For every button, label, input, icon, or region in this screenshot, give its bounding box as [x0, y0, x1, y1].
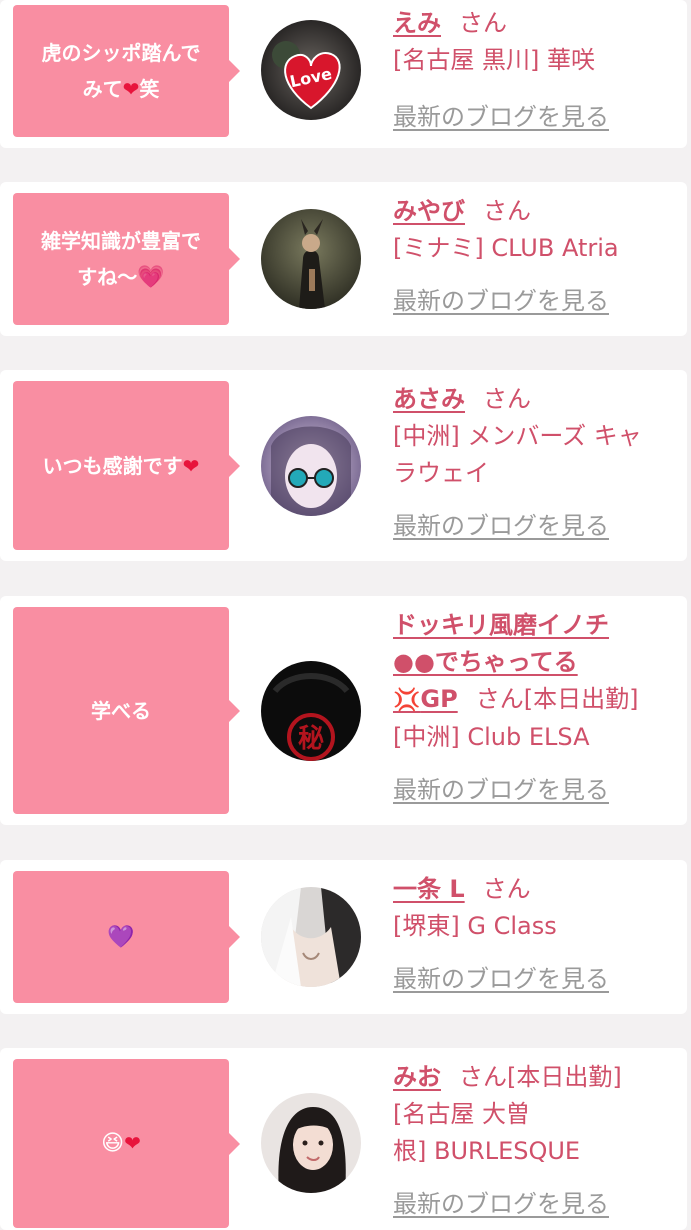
avatar[interactable]: [261, 416, 361, 516]
shop-location: [中洲] Club ELSA: [393, 723, 590, 751]
comment-line: 虎のシッポ踏んで: [41, 41, 201, 65]
comment-text: 雑学知識が豊富で すね〜💗: [41, 223, 201, 296]
heart-emoji-icon: 💗: [137, 264, 165, 290]
cast-info: あさみ さん [中洲] メンバーズ キャ ラウェイ 最新のブログを見る: [393, 381, 678, 545]
blog-link[interactable]: 最新のブログを見る: [393, 1190, 609, 1218]
avatar[interactable]: 秘: [261, 661, 361, 761]
comment-bubble: 雑学知識が豊富で すね〜💗: [13, 193, 240, 325]
comment-bubble: いつも感謝です❤: [13, 381, 240, 550]
comment-text: 学べる: [91, 693, 151, 729]
svg-text:秘: 秘: [298, 723, 324, 754]
cast-name-link[interactable]: えみ: [393, 9, 441, 37]
blog-link[interactable]: 最新のブログを見る: [393, 103, 609, 131]
list-item: 学べる 秘 ドッキリ風磨イノチ ●●でちゃってる 💢GP さん[本日出勤] [中洲…: [0, 596, 687, 825]
avatar-image: 秘: [261, 661, 361, 761]
blog-link[interactable]: 最新のブログを見る: [393, 512, 609, 540]
comment-line: 雑学知識が豊富で: [41, 228, 201, 253]
avatar-image: [261, 887, 361, 987]
honorific: さん: [475, 685, 524, 713]
purple-heart-emoji-icon: 💜: [107, 924, 135, 950]
heart-emoji-icon: ❤: [122, 77, 140, 101]
comment-text: 虎のシッポ踏んで みて❤笑: [42, 35, 201, 107]
cast-info: みやび さん [ミナミ] CLUB Atria 最新のブログを見る: [393, 193, 678, 320]
cast-name-link[interactable]: 一条 L: [393, 875, 465, 903]
cast-name-link[interactable]: ●●でちゃってる: [393, 648, 578, 676]
shop-location-line: 根] BURLESQUE: [393, 1137, 581, 1165]
comment-line: 学べる: [91, 698, 151, 723]
avatar-image: [261, 416, 361, 516]
blog-link[interactable]: 最新のブログを見る: [393, 287, 609, 315]
list-item: 😆❤ みお さん[本日出勤] [名古屋 大曽根] BURLESQUE 最新のブログ…: [0, 1048, 687, 1230]
cast-info: えみ さん [名古屋 黒川] 華咲 最新のブログを見る: [393, 5, 678, 136]
cast-name-link[interactable]: GP: [420, 685, 457, 713]
avatar[interactable]: [261, 1093, 361, 1193]
shop-location: [名古屋 大曽根] BURLESQUE: [393, 1096, 678, 1170]
blog-link[interactable]: 最新のブログを見る: [393, 965, 609, 993]
cast-comment-list: 虎のシッポ踏んで みて❤笑 Love えみ さん [名古屋 黒川] 華咲 最新の…: [0, 0, 691, 1230]
comment-bubble: 💜: [13, 871, 240, 1003]
comment-bubble: 😆❤: [13, 1059, 240, 1228]
laughing-face-emoji-icon: 😆: [101, 1131, 125, 1156]
blog-link[interactable]: 最新のブログを見る: [393, 776, 609, 804]
attendance-tag: [本日出勤]: [523, 685, 639, 713]
comment-text: 💜: [107, 919, 134, 956]
comment-line: 笑: [139, 77, 160, 101]
avatar[interactable]: Love: [261, 20, 361, 120]
avatar[interactable]: [261, 209, 361, 309]
anger-emoji-icon[interactable]: 💢: [393, 688, 420, 713]
shop-location: [ミナミ] CLUB Atria: [393, 234, 619, 262]
avatar-image: [261, 209, 361, 309]
shop-location: [堺東] G Class: [393, 912, 557, 940]
list-item: 雑学知識が豊富で すね〜💗 みやび さん [ミナミ] CLUB Atria 最新…: [0, 182, 687, 336]
list-item: 虎のシッポ踏んで みて❤笑 Love えみ さん [名古屋 黒川] 華咲 最新の…: [0, 0, 687, 148]
comment-line: すね〜: [77, 264, 138, 289]
honorific: さん: [483, 197, 531, 225]
comment-line: いつも感謝です: [42, 453, 183, 478]
avatar-image: Love: [261, 20, 361, 120]
comment-bubble: 学べる: [13, 607, 240, 814]
cast-name-link[interactable]: ドッキリ風磨イノチ: [393, 611, 609, 639]
comment-line: みて: [82, 77, 123, 101]
heart-emoji-icon: ❤: [124, 1131, 141, 1155]
cast-name-link[interactable]: みやび: [393, 197, 465, 225]
honorific: さん: [482, 875, 531, 903]
avatar-image: [261, 1093, 361, 1193]
shop-location-line: [名古屋 大曽: [393, 1100, 530, 1128]
avatar[interactable]: [261, 887, 361, 987]
honorific: さん: [483, 385, 531, 413]
cast-info: みお さん[本日出勤] [名古屋 大曽根] BURLESQUE 最新のブログを見る: [393, 1059, 678, 1223]
list-item: いつも感謝です❤ あさみ さん [中洲] メンバーズ キャ ラウェイ 最新のブロ…: [0, 370, 687, 561]
honorific: さん: [459, 1063, 507, 1091]
comment-bubble: 虎のシッポ踏んで みて❤笑: [13, 5, 240, 137]
cast-info: 一条 L さん [堺東] G Class 最新のブログを見る: [393, 871, 678, 998]
shop-location-line: [中洲] メンバーズ キャ: [393, 422, 642, 450]
shop-location: [中洲] メンバーズ キャ ラウェイ: [393, 418, 678, 492]
heart-emoji-icon: ❤: [182, 453, 200, 478]
comment-text: いつも感謝です❤: [43, 448, 200, 484]
shop-location-line: ラウェイ: [393, 459, 489, 487]
comment-text: 😆❤: [101, 1125, 141, 1162]
honorific: さん: [459, 9, 507, 37]
cast-info: ドッキリ風磨イノチ ●●でちゃってる 💢GP さん[本日出勤] [中洲] Club…: [393, 607, 678, 809]
list-item: 💜 一条 L さん [堺東] G Class 最新のブログを見る: [0, 860, 687, 1014]
shop-location: [名古屋 黒川] 華咲: [393, 46, 595, 74]
attendance-tag: [本日出勤]: [507, 1063, 622, 1091]
cast-name-link[interactable]: あさみ: [393, 385, 465, 413]
cast-name-link[interactable]: みお: [393, 1063, 441, 1091]
